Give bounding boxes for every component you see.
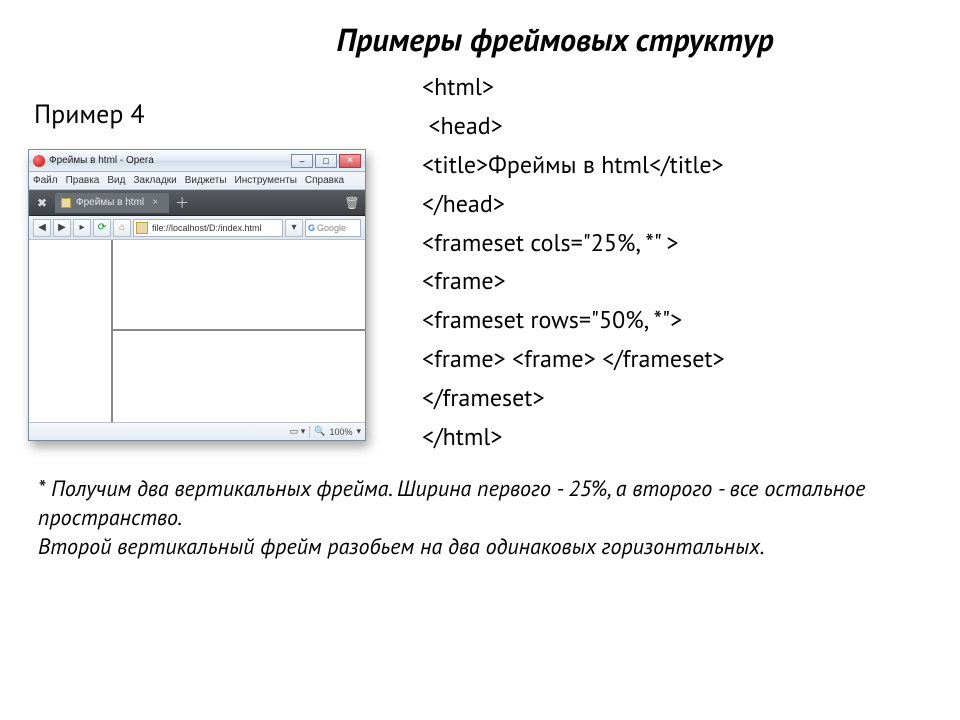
tab-favicon-icon xyxy=(61,198,71,208)
home-button[interactable]: ⌂ xyxy=(113,219,131,237)
search-input[interactable]: G Google xyxy=(305,219,361,237)
menu-item[interactable]: Виджеты xyxy=(185,175,227,186)
code-line: <head> xyxy=(422,110,503,141)
frame-left xyxy=(29,240,113,422)
tab-bar: ✖ Фреймы в html × ＋ 🗑 xyxy=(29,190,365,216)
menu-item[interactable]: Справка xyxy=(305,175,344,186)
trash-icon[interactable]: 🗑 xyxy=(343,194,361,212)
status-bar: ▭ ▾ 🔍 100% ▾ xyxy=(29,422,365,440)
address-text: file://localhost/D:/index.html xyxy=(152,223,262,233)
menu-item[interactable]: Файл xyxy=(33,175,58,186)
view-mode-icon[interactable]: ▭ ▾ xyxy=(290,426,306,437)
code-line: <html> xyxy=(422,71,494,102)
footnote: * Получим два вертикальных фрейма. Ширин… xyxy=(0,457,960,562)
browser-tab[interactable]: Фреймы в html × xyxy=(55,193,169,213)
code-line: </frameset> xyxy=(422,382,545,413)
address-input[interactable]: file://localhost/D:/index.html xyxy=(133,219,283,237)
code-line: <frame> xyxy=(422,265,506,296)
code-line: </html> xyxy=(422,421,503,452)
frame-right-bottom xyxy=(113,331,365,422)
page-viewport xyxy=(29,240,365,422)
close-button[interactable]: ✕ xyxy=(339,154,361,168)
zoom-value: 100% xyxy=(329,427,352,437)
code-line: <frameset rows="50%, *"> xyxy=(422,304,682,335)
window-title-text: Фреймы в html - Opera xyxy=(49,155,291,166)
code-line: <frameset cols="25%, *" > xyxy=(422,227,678,258)
code-line: <title>Фреймы в html</title> xyxy=(422,149,724,180)
tab-label: Фреймы в html xyxy=(76,197,144,208)
reload-button[interactable]: ⟳ xyxy=(93,219,111,237)
code-block: <html> <head> <title>Фреймы в html</titl… xyxy=(422,68,932,457)
minimize-button[interactable]: – xyxy=(291,154,313,168)
code-line: <frame> <frame> </frameset> xyxy=(422,343,725,374)
footnote-line: Второй вертикальный фрейм разобьем на дв… xyxy=(38,533,922,562)
menu-bar: Файл Правка Вид Закладки Виджеты Инструм… xyxy=(29,172,365,190)
wrench-icon[interactable]: ✖ xyxy=(33,194,51,212)
zoom-dropdown-icon[interactable]: ▾ xyxy=(356,426,361,437)
window-titlebar: Фреймы в html - Opera – □ ✕ xyxy=(29,150,365,172)
footnote-line: * Получим два вертикальных фрейма. Ширин… xyxy=(38,475,922,533)
zoom-icon[interactable]: 🔍 xyxy=(314,426,325,437)
frame-right-container xyxy=(113,240,365,422)
address-dropdown-icon[interactable]: ▾ xyxy=(285,219,303,237)
back-button[interactable]: ◀ xyxy=(33,219,51,237)
menu-item[interactable]: Инструменты xyxy=(235,175,297,186)
rewind-button[interactable]: ▸ xyxy=(73,219,91,237)
tab-close-icon[interactable]: × xyxy=(149,197,161,209)
code-line: </head> xyxy=(422,188,505,219)
search-placeholder: Google xyxy=(317,223,346,233)
page-favicon-icon xyxy=(136,222,148,234)
forward-button[interactable]: ▶ xyxy=(53,219,71,237)
new-tab-button[interactable]: ＋ xyxy=(173,194,191,212)
menu-item[interactable]: Вид xyxy=(107,175,125,186)
page-title: Примеры фреймовых структур xyxy=(0,0,960,68)
menu-item[interactable]: Правка xyxy=(66,175,100,186)
opera-icon xyxy=(33,155,45,167)
address-bar: ◀ ▶ ▸ ⟳ ⌂ file://localhost/D:/index.html… xyxy=(29,216,365,240)
frame-right-top xyxy=(113,240,365,331)
google-icon: G xyxy=(308,223,315,233)
example-label: Пример 4 xyxy=(34,98,408,131)
browser-window: Фреймы в html - Opera – □ ✕ Файл Правка … xyxy=(28,149,366,441)
maximize-button[interactable]: □ xyxy=(315,154,337,168)
menu-item[interactable]: Закладки xyxy=(133,175,176,186)
